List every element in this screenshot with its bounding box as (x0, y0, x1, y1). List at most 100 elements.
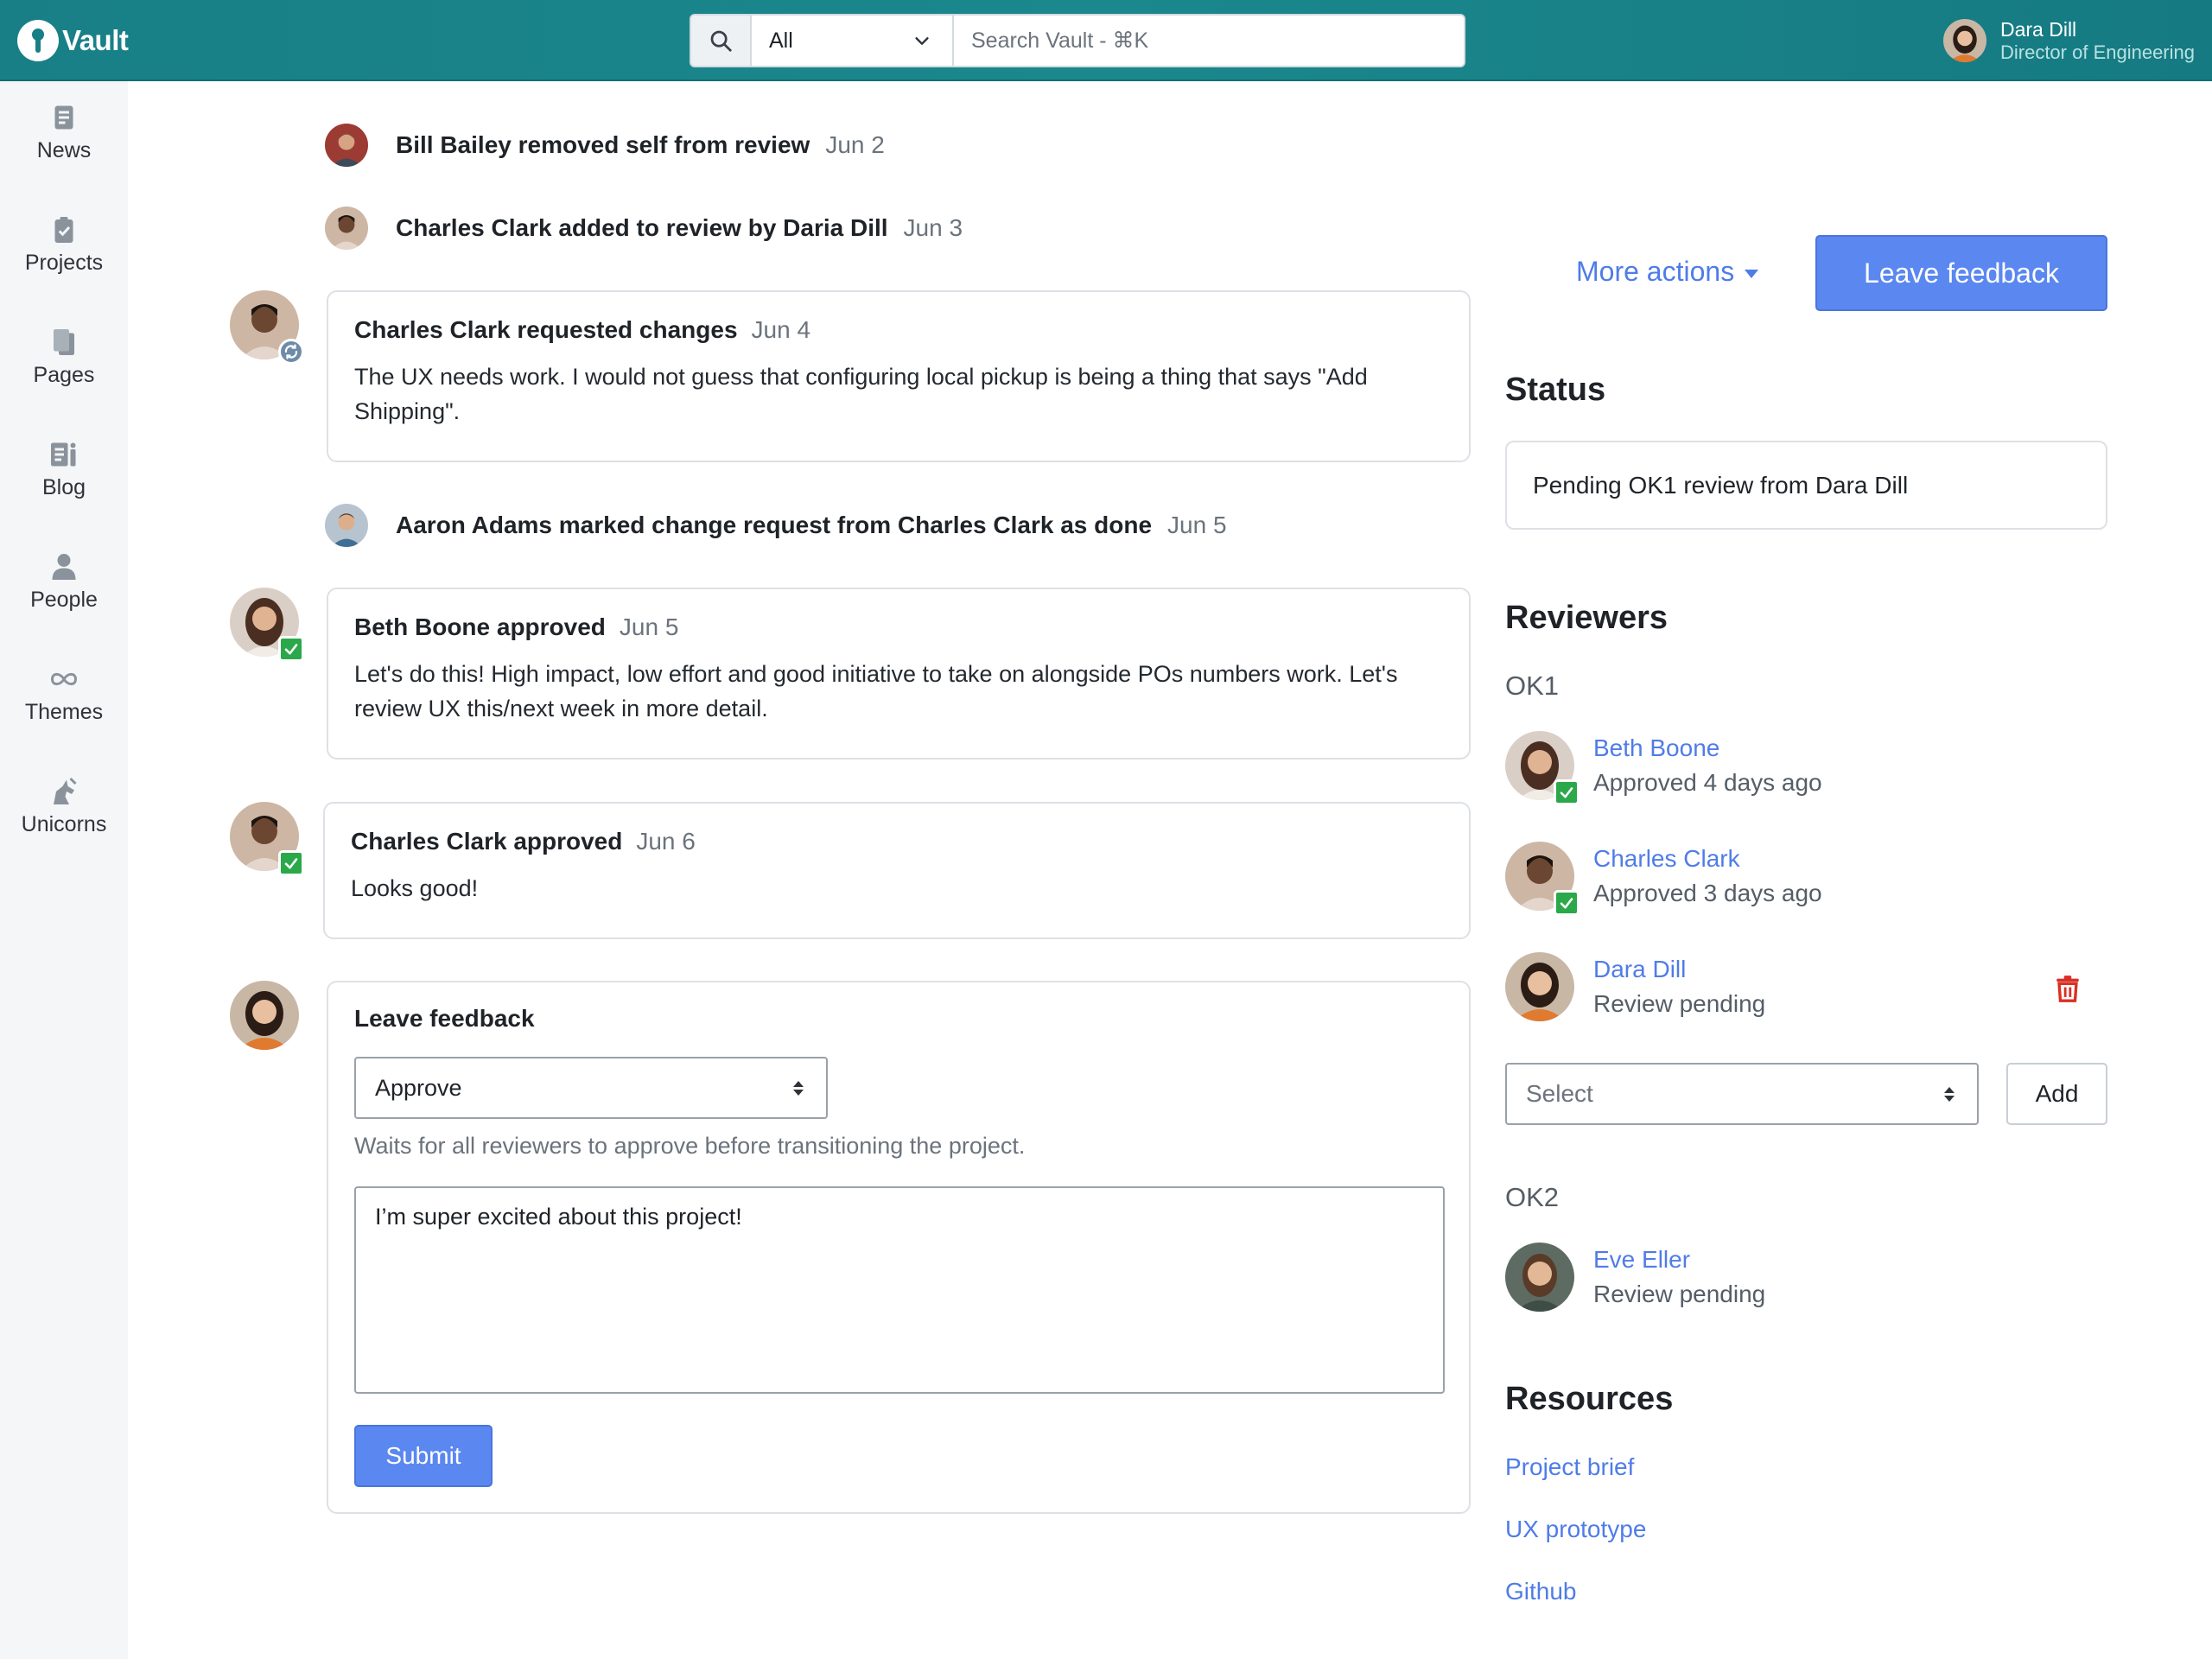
reviewer-item: Dara Dill Review pending (1505, 952, 1765, 1021)
person-icon (52, 554, 76, 580)
comment-title: Charles Clark approved (351, 828, 623, 855)
charles-clark-avatar (230, 802, 304, 876)
top-bar: Vault All Dara Dill Director of Engineer… (0, 0, 2212, 81)
infinity-icon (50, 672, 78, 686)
nav-label: News (36, 138, 92, 162)
nav-themes[interactable]: Themes (0, 664, 128, 759)
event-date: Jun 2 (825, 131, 885, 158)
feedback-form: Leave feedback Approve Waits for all rev… (327, 981, 1471, 1514)
app-name: Vault (62, 24, 129, 56)
comment-header: Charles Clark requested changes Jun 4 (354, 316, 1443, 344)
decision-select[interactable]: Approve (354, 1057, 828, 1119)
reviewer-name-link[interactable]: Charles Clark (1593, 842, 1822, 876)
nav-label: Blog (41, 475, 86, 499)
user-avatar (1942, 19, 1986, 62)
nav-news[interactable]: News (0, 102, 128, 197)
approved-check-icon (1554, 779, 1580, 805)
timeline-event: Aaron Adams marked change request from C… (325, 504, 1227, 547)
reviewer-item: Charles Clark Approved 3 days ago (1505, 842, 1822, 916)
charles-clark-avatar (325, 207, 368, 250)
caret-down-icon (1745, 269, 1759, 278)
bill-bailey-avatar (325, 124, 368, 167)
leave-feedback-button[interactable]: Leave feedback (1815, 235, 2107, 311)
comment-date: Jun 4 (751, 316, 811, 343)
pages-icon (54, 329, 74, 355)
approved-check-icon (1554, 890, 1580, 916)
resource-link[interactable]: Github (1505, 1578, 1577, 1605)
resource-link[interactable]: UX prototype (1505, 1516, 1646, 1543)
clipboard-icon (54, 217, 73, 243)
comment-card: Charles Clark approved Jun 6 Looks good! (323, 802, 1471, 939)
comment-body: Let's do this! High impact, low effort a… (354, 661, 1398, 721)
nav-label: Projects (24, 251, 104, 275)
news-icon (54, 105, 73, 130)
sidebar: News Projects Pages Blog People Themes U… (0, 81, 128, 1659)
blog-icon (51, 442, 76, 467)
reviewer-name-link[interactable]: Eve Eller (1593, 1243, 1765, 1277)
changes-requested-icon (278, 339, 304, 365)
event-date: Jun 3 (903, 214, 963, 241)
approved-check-icon (278, 636, 304, 662)
feedback-textarea[interactable]: I’m super excited about this project! (354, 1186, 1445, 1394)
comment-card: Beth Boone approved Jun 5 Let's do this! … (327, 588, 1471, 760)
eve-eller-avatar (1505, 1243, 1574, 1312)
status-heading: Status (1505, 372, 1606, 408)
comment-body: The UX needs work. I would not guess tha… (354, 364, 1368, 424)
submit-button[interactable]: Submit (354, 1425, 493, 1487)
event-date: Jun 5 (1167, 512, 1227, 538)
reviewer-group-label: OK1 (1505, 671, 1560, 701)
dara-dill-avatar (1505, 952, 1574, 1021)
select-arrows-icon (1944, 1086, 1955, 1102)
decision-value: Approve (375, 1074, 462, 1101)
reviewer-select-placeholder: Select (1526, 1080, 1593, 1107)
comment-body: Looks good! (351, 875, 479, 901)
reviewer-state: Review pending (1593, 990, 1766, 1017)
status-box: Pending OK1 review from Dara Dill (1505, 441, 2107, 530)
nav-people[interactable]: People (0, 551, 128, 646)
comment-header: Beth Boone approved Jun 5 (354, 613, 1443, 641)
search-scope-select[interactable]: All (752, 16, 954, 66)
comment-header: Charles Clark approved Jun 6 (351, 828, 1443, 855)
trash-icon[interactable] (2053, 973, 2082, 1004)
approved-check-icon (278, 850, 304, 876)
user-menu[interactable]: Dara Dill Director of Engineering (1942, 17, 2195, 64)
comment-title: Charles Clark requested changes (354, 316, 738, 343)
search-input[interactable] (954, 16, 1464, 66)
nav-label: Unicorns (21, 812, 107, 836)
user-name: Dara Dill (1999, 18, 2077, 41)
comment-card: Charles Clark requested changes Jun 4 The… (327, 290, 1471, 462)
comment-date: Jun 6 (636, 828, 696, 855)
feedback-form-title: Leave feedback (354, 1005, 535, 1032)
reviewer-state: Review pending (1593, 1281, 1766, 1307)
search-icon (710, 30, 732, 52)
more-actions-dropdown[interactable]: More actions (1576, 256, 1759, 288)
nav-pages[interactable]: Pages (0, 327, 128, 422)
current-user-avatar (230, 981, 299, 1050)
reviewers-heading: Reviewers (1505, 600, 1669, 636)
select-arrows-icon (793, 1080, 804, 1096)
nav-unicorns[interactable]: Unicorns (0, 776, 128, 871)
nav-label: People (30, 588, 98, 612)
nav-projects[interactable]: Projects (0, 214, 128, 309)
timeline-event: Charles Clark added to review by Daria D… (325, 207, 963, 250)
reviewer-item: Beth Boone Approved 4 days ago (1505, 731, 1822, 805)
charles-clark-avatar (230, 290, 304, 365)
reviewer-state: Approved 4 days ago (1593, 769, 1822, 796)
nav-blog[interactable]: Blog (0, 439, 128, 534)
aaron-adams-avatar (325, 504, 368, 547)
vault-logo[interactable]: Vault (17, 19, 129, 62)
add-reviewer-button[interactable]: Add (2006, 1063, 2107, 1125)
comment-title: Beth Boone approved (354, 613, 606, 640)
reviewer-name-link[interactable]: Dara Dill (1593, 952, 1765, 987)
reviewer-select[interactable]: Select (1505, 1063, 1979, 1125)
decision-hint: Waits for all reviewers to approve befor… (354, 1133, 1026, 1159)
resource-link[interactable]: Project brief (1505, 1453, 1634, 1481)
chevron-down-icon (915, 37, 929, 45)
event-text: Bill Bailey removed self from review (396, 131, 810, 158)
global-search: All (690, 14, 1465, 67)
reviewer-name-link[interactable]: Beth Boone (1593, 731, 1822, 766)
reviewer-state: Approved 3 days ago (1593, 880, 1822, 906)
nav-label: Pages (33, 363, 95, 387)
status-text: Pending OK1 review from Dara Dill (1533, 471, 1909, 499)
search-button[interactable] (691, 16, 752, 66)
